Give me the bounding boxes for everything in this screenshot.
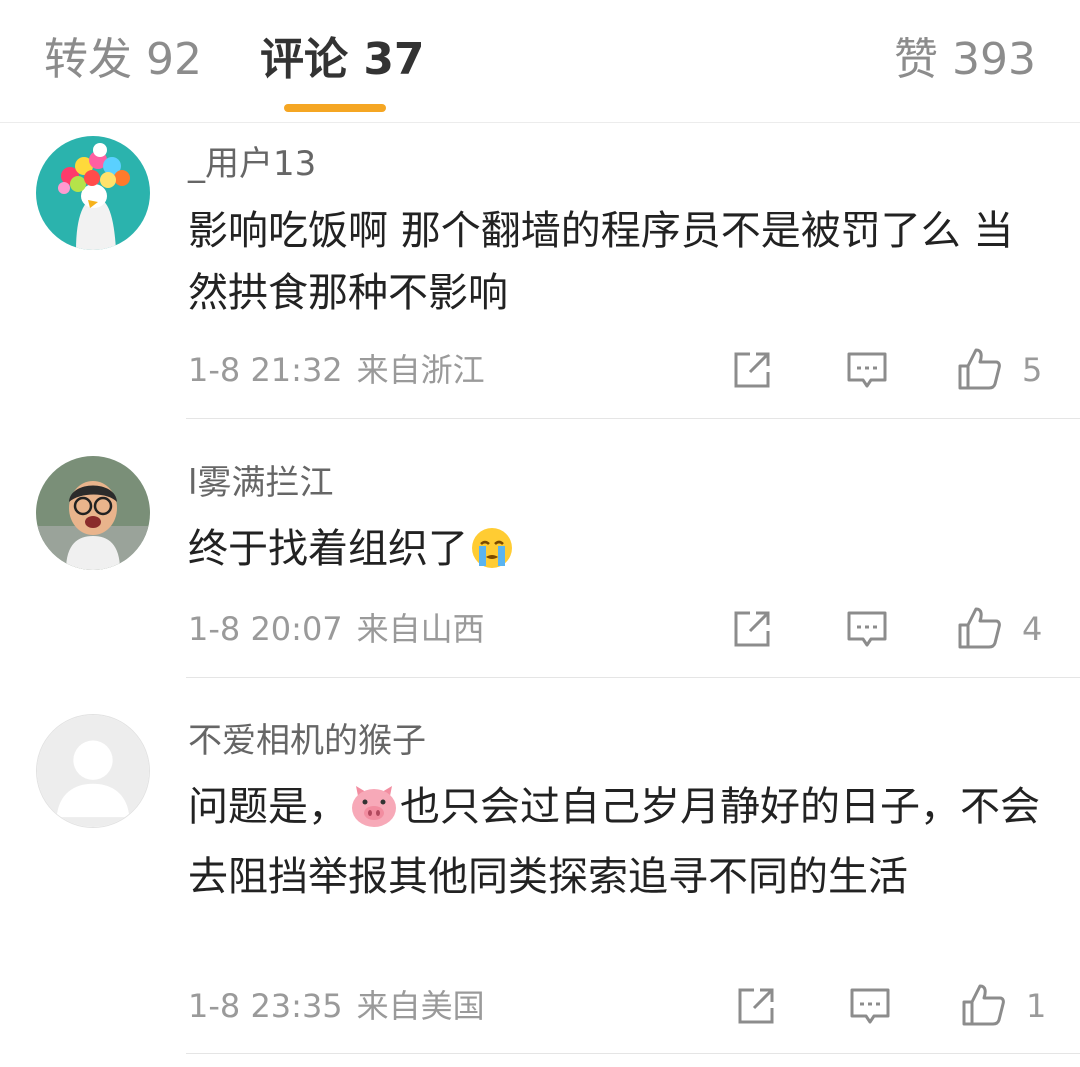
crying-face-emoji bbox=[470, 526, 514, 588]
duck-avatar-image bbox=[36, 136, 150, 250]
comment-username[interactable]: l雾满拦江 bbox=[188, 460, 333, 506]
like-count: 4 bbox=[1022, 610, 1043, 648]
avatar[interactable] bbox=[36, 136, 150, 250]
comment-text-body: 问题是， bbox=[188, 784, 348, 830]
comment-icon[interactable] bbox=[845, 348, 889, 392]
comment-tabs: 转发 92 评论 37 赞 393 bbox=[0, 0, 1080, 123]
divider bbox=[186, 677, 1080, 678]
active-tab-indicator bbox=[284, 104, 386, 112]
comment-time: 1-8 23:35 bbox=[188, 987, 343, 1025]
comment-text: 终于找着组织了 bbox=[188, 518, 1048, 588]
comment-region: 来自山西 bbox=[356, 610, 485, 648]
share-icon[interactable] bbox=[730, 607, 774, 651]
comment-meta: 1-8 20:07 来自山西 bbox=[188, 607, 485, 651]
comment-icon[interactable] bbox=[845, 607, 889, 651]
pig-face-emoji bbox=[350, 784, 398, 846]
tab-comments[interactable]: 评论 37 bbox=[260, 30, 425, 90]
like-count: 1 bbox=[1026, 987, 1047, 1025]
default-user-avatar-icon bbox=[37, 715, 149, 827]
comment-username[interactable]: _用户13 bbox=[188, 141, 316, 187]
comment-icon[interactable] bbox=[848, 984, 892, 1028]
thumbs-up-icon[interactable] bbox=[960, 982, 1005, 1026]
comment-username[interactable]: 不爱相机的猴子 bbox=[188, 718, 426, 764]
avatar[interactable] bbox=[36, 456, 150, 570]
comment-time: 1-8 21:32 bbox=[188, 351, 343, 389]
comment-meta: 1-8 21:32 来自浙江 bbox=[188, 348, 485, 392]
like-count: 5 bbox=[1022, 351, 1043, 389]
avatar[interactable] bbox=[36, 714, 150, 828]
comment-meta: 1-8 23:35 来自美国 bbox=[188, 984, 485, 1028]
share-icon[interactable] bbox=[734, 984, 778, 1028]
thumbs-up-icon[interactable] bbox=[956, 346, 1001, 390]
comment-text-body: 终于找着组织了 bbox=[188, 526, 468, 572]
comment-region: 来自美国 bbox=[356, 987, 485, 1025]
comment-time: 1-8 20:07 bbox=[188, 610, 343, 648]
comment-region: 来自浙江 bbox=[356, 351, 485, 389]
divider bbox=[186, 418, 1080, 419]
tab-reposts[interactable]: 转发 92 bbox=[44, 30, 202, 90]
comment-text: 问题是， 也只会过自己岁月静好的日子，不会去阻挡举报其他同类探索追寻不同的生活 bbox=[188, 776, 1048, 908]
comment-text: 影响吃饭啊 那个翻墙的程序员不是被罚了么 当然拱食那种不影响 bbox=[188, 208, 1014, 316]
tab-likes[interactable]: 赞 393 bbox=[894, 30, 1036, 90]
thumbs-up-icon[interactable] bbox=[956, 605, 1001, 649]
share-icon[interactable] bbox=[730, 348, 774, 392]
divider bbox=[186, 1053, 1080, 1054]
child-photo-avatar-image bbox=[36, 456, 150, 570]
